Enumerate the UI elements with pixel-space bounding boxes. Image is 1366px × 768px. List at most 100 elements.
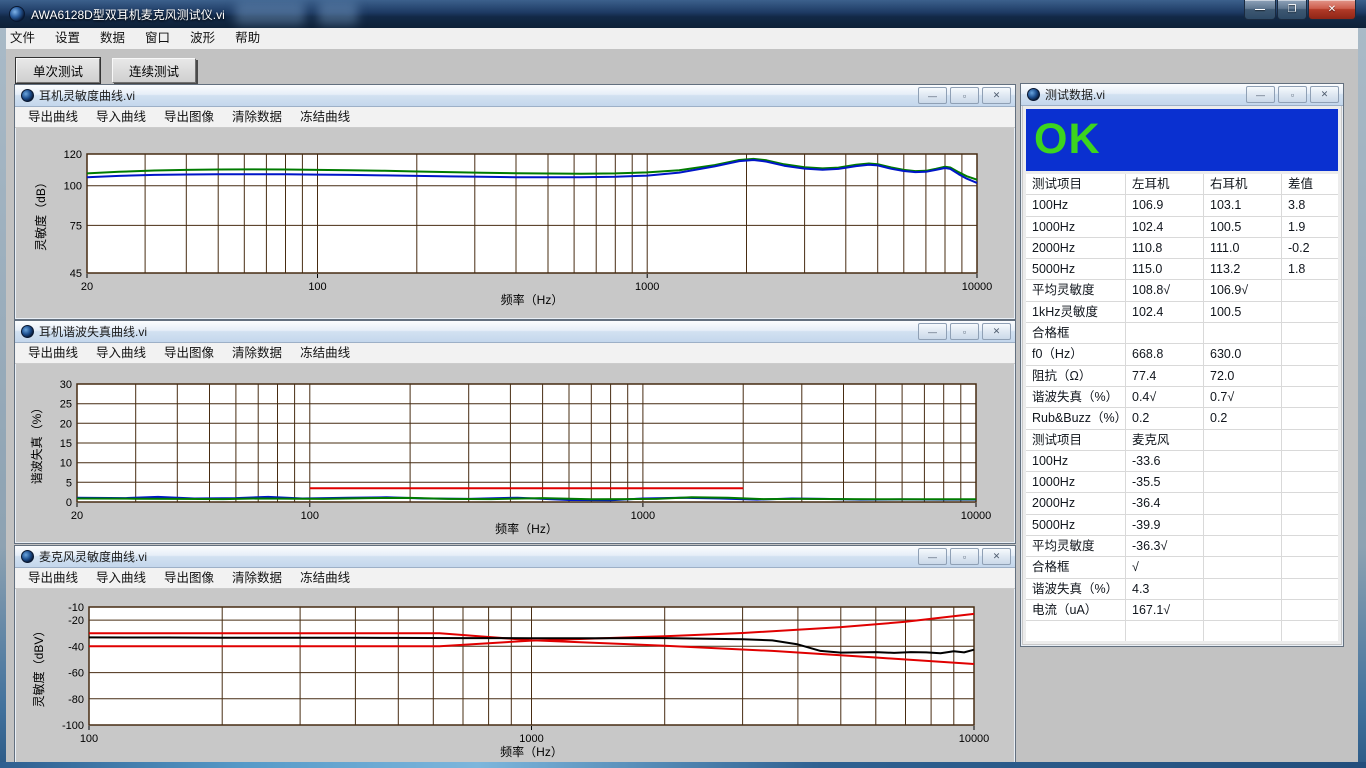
minimize-button[interactable]: — — [918, 87, 947, 104]
chart-menu-item-2[interactable]: 导出图像 — [155, 107, 223, 127]
table-row-17: 合格框√ — [1026, 557, 1338, 578]
table-row-1: 1000Hz102.4100.51.9 — [1026, 217, 1338, 238]
chart-menu-item-3[interactable]: 清除数据 — [223, 107, 291, 127]
svg-text:灵敏度（dB）: 灵敏度（dB） — [33, 176, 48, 251]
svg-text:15: 15 — [60, 438, 72, 450]
menu-item-0[interactable]: 文件 — [0, 28, 45, 49]
vi-titlebar[interactable]: 耳机谐波失真曲线.vi — ▫ ✕ — [15, 321, 1015, 343]
close-icon: ✕ — [1328, 4, 1336, 15]
table-header-row: 测试项目左耳机右耳机差值 — [1026, 174, 1338, 195]
vi-titlebar[interactable]: 耳机灵敏度曲线.vi — ▫ ✕ — [15, 85, 1015, 107]
continuous-test-button[interactable]: 连续测试 — [112, 58, 196, 83]
headphone-sensitivity-window: 耳机灵敏度曲线.vi — ▫ ✕ 导出曲线导入曲线导出图像清除数据冻结曲线 20… — [14, 84, 1016, 320]
close-icon: ✕ — [993, 326, 1001, 337]
svg-text:120: 120 — [64, 149, 82, 161]
cell: 1000Hz — [1026, 472, 1126, 492]
cell: 5000Hz — [1026, 515, 1126, 535]
minimize-icon: — — [928, 327, 937, 337]
cell: 合格框 — [1026, 557, 1126, 577]
cell: √ — [1126, 557, 1204, 577]
cell: -35.5 — [1126, 472, 1204, 492]
cell: 0.7√ — [1204, 387, 1282, 407]
svg-text:10000: 10000 — [962, 281, 993, 293]
close-button[interactable]: ✕ — [982, 87, 1011, 104]
restore-icon: ▫ — [963, 327, 966, 337]
svg-text:20: 20 — [71, 510, 83, 522]
test-data-window: 测试数据.vi — ▫ ✕ OK 测试项目左耳机右耳机差值100Hz106.91… — [1020, 83, 1344, 647]
cell: -0.2 — [1282, 238, 1338, 258]
close-button[interactable]: ✕ — [1308, 0, 1356, 20]
restore-button[interactable]: ▫ — [950, 323, 979, 340]
cell: 0.4√ — [1126, 387, 1204, 407]
svg-text:20: 20 — [81, 281, 93, 293]
vi-icon — [1027, 88, 1040, 101]
minimize-button[interactable]: — — [1246, 86, 1275, 103]
chart-menubar: 导出曲线导入曲线导出图像清除数据冻结曲线 — [15, 343, 1015, 364]
menu-item-4[interactable]: 波形 — [180, 28, 225, 49]
header-cell: 左耳机 — [1126, 174, 1204, 194]
table-row-8: 阻抗（Ω）77.472.0 — [1026, 366, 1338, 387]
chart-menu-item-3[interactable]: 清除数据 — [223, 568, 291, 588]
restore-button[interactable]: ▫ — [1278, 86, 1307, 103]
cell: 106.9 — [1126, 195, 1204, 215]
close-icon: ✕ — [1321, 89, 1329, 100]
cell: 108.8√ — [1126, 280, 1204, 300]
table-row-10: Rub&Buzz（%）0.20.2 — [1026, 408, 1338, 429]
test-data-body: OK 测试项目左耳机右耳机差值100Hz106.9103.13.81000Hz1… — [1023, 106, 1341, 644]
chart-menu-item-1[interactable]: 导入曲线 — [87, 343, 155, 363]
svg-text:25: 25 — [60, 399, 72, 411]
vi-icon — [21, 550, 34, 563]
cell — [1204, 515, 1282, 535]
cell — [1282, 366, 1338, 386]
menu-item-3[interactable]: 窗口 — [135, 28, 180, 49]
cell — [1126, 323, 1204, 343]
single-test-button[interactable]: 单次测试 — [16, 58, 100, 83]
window-border-bottom — [0, 762, 1366, 768]
window-border-right — [1358, 28, 1366, 768]
restore-button[interactable]: ▫ — [950, 548, 979, 565]
svg-text:灵敏度（dBV）: 灵敏度（dBV） — [31, 625, 46, 708]
chart-menu-item-0[interactable]: 导出曲线 — [19, 343, 87, 363]
chart-menu-item-4[interactable]: 冻结曲线 — [291, 343, 359, 363]
cell: f0（Hz） — [1026, 344, 1126, 364]
minimize-button[interactable]: — — [1244, 0, 1276, 20]
chart-menu-item-0[interactable]: 导出曲线 — [19, 107, 87, 127]
chart-menu-item-0[interactable]: 导出曲线 — [19, 568, 87, 588]
vi-titlebar[interactable]: 麦克风灵敏度曲线.vi — ▫ ✕ — [15, 546, 1015, 568]
cell — [1204, 621, 1282, 641]
chart-menubar: 导出曲线导入曲线导出图像清除数据冻结曲线 — [15, 107, 1015, 128]
menu-item-1[interactable]: 设置 — [45, 28, 90, 49]
chart-menu-item-4[interactable]: 冻结曲线 — [291, 107, 359, 127]
restore-button[interactable]: ❐ — [1277, 0, 1307, 20]
table-row-5: 1kHz灵敏度102.4100.5 — [1026, 302, 1338, 323]
cell — [1282, 515, 1338, 535]
svg-text:100: 100 — [301, 510, 319, 522]
cell: 167.1√ — [1126, 600, 1204, 620]
minimize-button[interactable]: — — [918, 323, 947, 340]
chart-menu-item-4[interactable]: 冻结曲线 — [291, 568, 359, 588]
restore-button[interactable]: ▫ — [950, 87, 979, 104]
chart-menu-item-1[interactable]: 导入曲线 — [87, 568, 155, 588]
close-button[interactable]: ✕ — [1310, 86, 1339, 103]
cell: 100Hz — [1026, 195, 1126, 215]
chart-menu-item-1[interactable]: 导入曲线 — [87, 107, 155, 127]
svg-text:1000: 1000 — [635, 281, 659, 293]
app-window: AWA6128D型双耳机麦克风测试仪.vi — ❐ ✕ 文件设置数据窗口波形帮助… — [0, 0, 1366, 768]
cell — [1282, 600, 1338, 620]
vi-titlebar[interactable]: 测试数据.vi — ▫ ✕ — [1021, 84, 1343, 106]
cell — [1282, 344, 1338, 364]
cell: 2000Hz — [1026, 493, 1126, 513]
cell — [1282, 387, 1338, 407]
menu-item-2[interactable]: 数据 — [90, 28, 135, 49]
cell: 0.2 — [1204, 408, 1282, 428]
menu-item-5[interactable]: 帮助 — [225, 28, 270, 49]
headphone-sensitivity-chart: 201001000100001201007545频率（Hz）灵敏度（dB） — [15, 128, 1013, 319]
chart-menu-item-3[interactable]: 清除数据 — [223, 343, 291, 363]
chart-menu-item-2[interactable]: 导出图像 — [155, 568, 223, 588]
chart-menu-item-2[interactable]: 导出图像 — [155, 343, 223, 363]
minimize-button[interactable]: — — [918, 548, 947, 565]
vi-window-title: 麦克风灵敏度曲线.vi — [39, 548, 147, 565]
cell — [1282, 621, 1338, 641]
close-button[interactable]: ✕ — [982, 548, 1011, 565]
close-button[interactable]: ✕ — [982, 323, 1011, 340]
